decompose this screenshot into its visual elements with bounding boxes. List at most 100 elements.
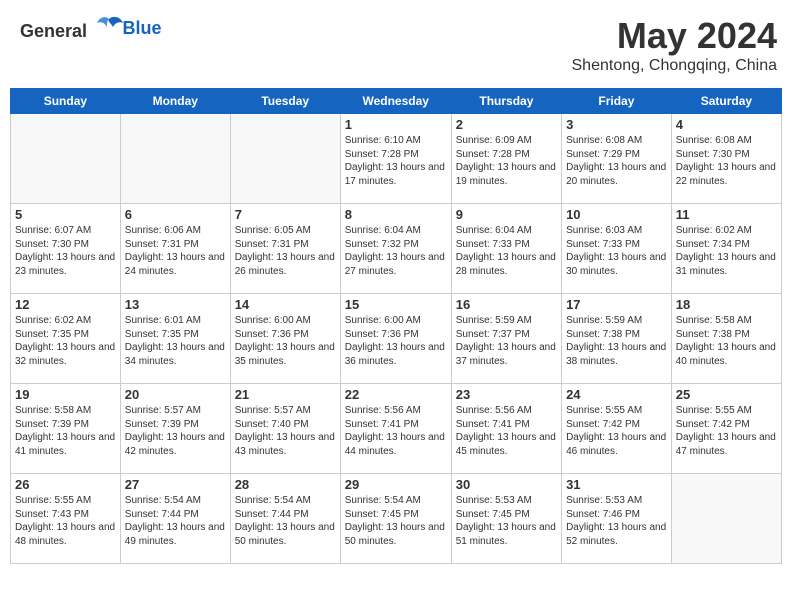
day-number: 21: [235, 387, 336, 402]
header: General Blue May 2024 Shentong, Chongqin…: [10, 10, 782, 80]
day-info: Sunrise: 6:01 AMSunset: 7:35 PMDaylight:…: [125, 314, 226, 368]
day-info: Sunrise: 5:56 AMSunset: 7:41 PMDaylight:…: [345, 404, 447, 458]
day-info: Sunrise: 5:56 AMSunset: 7:41 PMDaylight:…: [456, 404, 557, 458]
day-number: 3: [566, 117, 667, 132]
day-number: 25: [676, 387, 777, 402]
calendar-cell: [230, 114, 340, 204]
calendar-cell: 30 Sunrise: 5:53 AMSunset: 7:45 PMDayligh…: [451, 474, 561, 564]
day-number: 30: [456, 477, 557, 492]
day-number: 22: [345, 387, 447, 402]
day-info: Sunrise: 6:09 AMSunset: 7:28 PMDaylight:…: [456, 134, 557, 188]
calendar-week-3: 12 Sunrise: 6:02 AMSunset: 7:35 PMDayligh…: [11, 294, 782, 384]
day-number: 18: [676, 297, 777, 312]
calendar-cell: 18 Sunrise: 5:58 AMSunset: 7:38 PMDayligh…: [671, 294, 781, 384]
day-info: Sunrise: 5:54 AMSunset: 7:44 PMDaylight:…: [125, 494, 226, 548]
day-number: 26: [15, 477, 116, 492]
day-number: 16: [456, 297, 557, 312]
day-number: 8: [345, 207, 447, 222]
calendar-cell: 9 Sunrise: 6:04 AMSunset: 7:33 PMDaylight…: [451, 204, 561, 294]
day-number: 28: [235, 477, 336, 492]
day-info: Sunrise: 6:02 AMSunset: 7:34 PMDaylight:…: [676, 224, 777, 278]
day-info: Sunrise: 6:00 AMSunset: 7:36 PMDaylight:…: [235, 314, 336, 368]
day-info: Sunrise: 6:04 AMSunset: 7:33 PMDaylight:…: [456, 224, 557, 278]
day-info: Sunrise: 5:53 AMSunset: 7:46 PMDaylight:…: [566, 494, 667, 548]
day-info: Sunrise: 5:55 AMSunset: 7:43 PMDaylight:…: [15, 494, 116, 548]
day-info: Sunrise: 5:57 AMSunset: 7:40 PMDaylight:…: [235, 404, 336, 458]
day-info: Sunrise: 5:53 AMSunset: 7:45 PMDaylight:…: [456, 494, 557, 548]
day-number: 9: [456, 207, 557, 222]
day-info: Sunrise: 6:03 AMSunset: 7:33 PMDaylight:…: [566, 224, 667, 278]
day-info: Sunrise: 5:58 AMSunset: 7:38 PMDaylight:…: [676, 314, 777, 368]
logo: General Blue: [20, 15, 162, 42]
day-number: 19: [15, 387, 116, 402]
calendar: SundayMondayTuesdayWednesdayThursdayFrid…: [10, 88, 782, 564]
day-number: 4: [676, 117, 777, 132]
calendar-cell: 19 Sunrise: 5:58 AMSunset: 7:39 PMDayligh…: [11, 384, 121, 474]
day-info: Sunrise: 6:05 AMSunset: 7:31 PMDaylight:…: [235, 224, 336, 278]
day-number: 24: [566, 387, 667, 402]
calendar-cell: 25 Sunrise: 5:55 AMSunset: 7:42 PMDayligh…: [671, 384, 781, 474]
day-info: Sunrise: 6:10 AMSunset: 7:28 PMDaylight:…: [345, 134, 447, 188]
weekday-header-saturday: Saturday: [671, 89, 781, 114]
month-title: May 2024: [572, 15, 778, 57]
calendar-cell: 5Sunrise: 6:07 AMSunset: 7:30 PMDaylight…: [11, 204, 121, 294]
calendar-cell: 3 Sunrise: 6:08 AMSunset: 7:29 PMDaylight…: [562, 114, 672, 204]
day-info: Sunrise: 5:59 AMSunset: 7:37 PMDaylight:…: [456, 314, 557, 368]
weekday-header-sunday: Sunday: [11, 89, 121, 114]
calendar-week-4: 19 Sunrise: 5:58 AMSunset: 7:39 PMDayligh…: [11, 384, 782, 474]
day-info: Sunrise: 6:02 AMSunset: 7:35 PMDaylight:…: [15, 314, 116, 368]
day-number: 12: [15, 297, 116, 312]
day-info: Sunrise: 5:58 AMSunset: 7:39 PMDaylight:…: [15, 404, 116, 458]
calendar-cell: [11, 114, 121, 204]
calendar-cell: 20Sunrise: 5:57 AMSunset: 7:39 PMDayligh…: [120, 384, 230, 474]
calendar-cell: 16 Sunrise: 5:59 AMSunset: 7:37 PMDayligh…: [451, 294, 561, 384]
day-info: Sunrise: 5:55 AMSunset: 7:42 PMDaylight:…: [566, 404, 667, 458]
day-number: 5: [15, 207, 116, 222]
location: Shentong, Chongqing, China: [572, 57, 778, 75]
calendar-week-1: 1Sunrise: 6:10 AMSunset: 7:28 PMDaylight…: [11, 114, 782, 204]
day-number: 17: [566, 297, 667, 312]
logo-text-blue: Blue: [123, 18, 162, 38]
calendar-cell: 6 Sunrise: 6:06 AMSunset: 7:31 PMDaylight…: [120, 204, 230, 294]
calendar-cell: 14Sunrise: 6:00 AMSunset: 7:36 PMDayligh…: [230, 294, 340, 384]
calendar-cell: 2 Sunrise: 6:09 AMSunset: 7:28 PMDaylight…: [451, 114, 561, 204]
day-number: 7: [235, 207, 336, 222]
weekday-header-monday: Monday: [120, 89, 230, 114]
weekday-header-row: SundayMondayTuesdayWednesdayThursdayFrid…: [11, 89, 782, 114]
calendar-cell: 8Sunrise: 6:04 AMSunset: 7:32 PMDaylight…: [340, 204, 451, 294]
calendar-cell: 28 Sunrise: 5:54 AMSunset: 7:44 PMDayligh…: [230, 474, 340, 564]
calendar-cell: 10 Sunrise: 6:03 AMSunset: 7:33 PMDayligh…: [562, 204, 672, 294]
day-number: 31: [566, 477, 667, 492]
day-info: Sunrise: 5:59 AMSunset: 7:38 PMDaylight:…: [566, 314, 667, 368]
day-number: 20: [125, 387, 226, 402]
calendar-week-2: 5Sunrise: 6:07 AMSunset: 7:30 PMDaylight…: [11, 204, 782, 294]
weekday-header-friday: Friday: [562, 89, 672, 114]
calendar-cell: 1Sunrise: 6:10 AMSunset: 7:28 PMDaylight…: [340, 114, 451, 204]
day-number: 6: [125, 207, 226, 222]
calendar-cell: 23Sunrise: 5:56 AMSunset: 7:41 PMDayligh…: [451, 384, 561, 474]
calendar-cell: 24 Sunrise: 5:55 AMSunset: 7:42 PMDayligh…: [562, 384, 672, 474]
calendar-cell: 17 Sunrise: 5:59 AMSunset: 7:38 PMDayligh…: [562, 294, 672, 384]
calendar-cell: 31 Sunrise: 5:53 AMSunset: 7:46 PMDayligh…: [562, 474, 672, 564]
day-info: Sunrise: 5:55 AMSunset: 7:42 PMDaylight:…: [676, 404, 777, 458]
calendar-cell: 13 Sunrise: 6:01 AMSunset: 7:35 PMDayligh…: [120, 294, 230, 384]
calendar-cell: 7 Sunrise: 6:05 AMSunset: 7:31 PMDaylight…: [230, 204, 340, 294]
day-number: 27: [125, 477, 226, 492]
weekday-header-tuesday: Tuesday: [230, 89, 340, 114]
day-number: 2: [456, 117, 557, 132]
logo-bird-icon: [95, 15, 123, 37]
day-info: Sunrise: 5:54 AMSunset: 7:44 PMDaylight:…: [235, 494, 336, 548]
calendar-cell: 21 Sunrise: 5:57 AMSunset: 7:40 PMDayligh…: [230, 384, 340, 474]
day-number: 13: [125, 297, 226, 312]
calendar-week-5: 26 Sunrise: 5:55 AMSunset: 7:43 PMDayligh…: [11, 474, 782, 564]
day-number: 29: [345, 477, 447, 492]
day-info: Sunrise: 6:06 AMSunset: 7:31 PMDaylight:…: [125, 224, 226, 278]
calendar-cell: 26 Sunrise: 5:55 AMSunset: 7:43 PMDayligh…: [11, 474, 121, 564]
title-block: May 2024 Shentong, Chongqing, China: [572, 15, 778, 75]
weekday-header-wednesday: Wednesday: [340, 89, 451, 114]
calendar-cell: [120, 114, 230, 204]
day-number: 10: [566, 207, 667, 222]
calendar-cell: 12 Sunrise: 6:02 AMSunset: 7:35 PMDayligh…: [11, 294, 121, 384]
day-info: Sunrise: 6:08 AMSunset: 7:29 PMDaylight:…: [566, 134, 667, 188]
calendar-cell: 15Sunrise: 6:00 AMSunset: 7:36 PMDayligh…: [340, 294, 451, 384]
